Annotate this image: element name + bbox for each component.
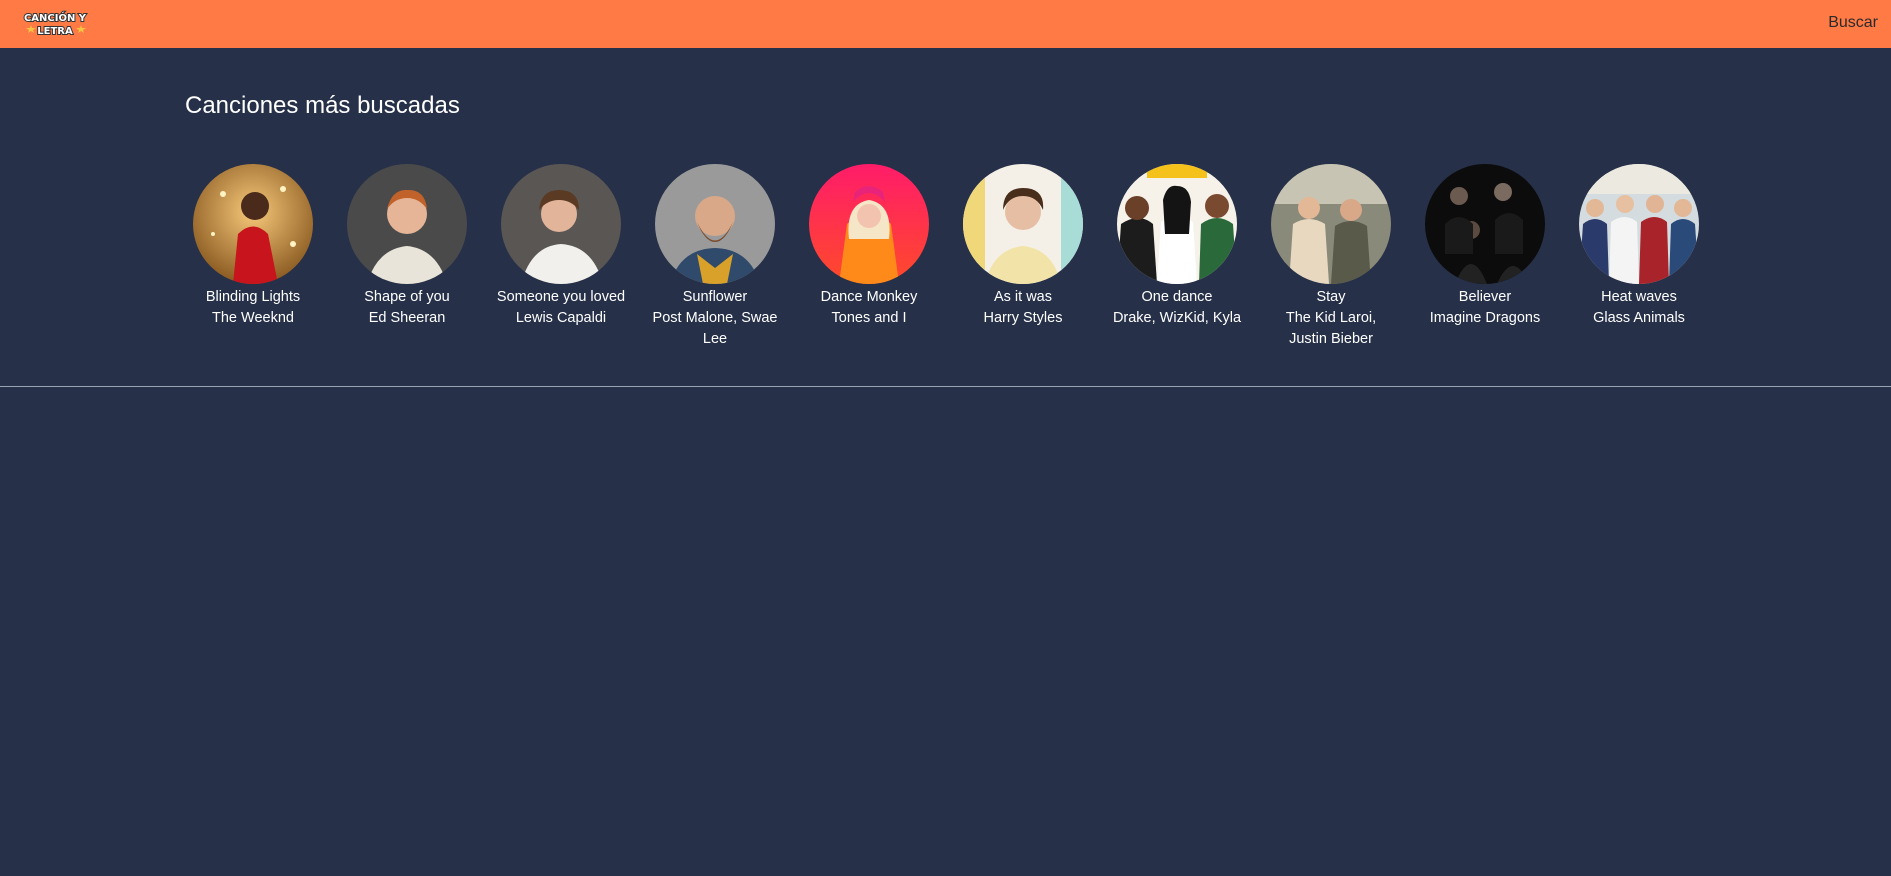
- divider: [0, 386, 1891, 387]
- top-navbar: CANCIÓN Y LETRA Buscar: [0, 0, 1891, 48]
- song-card-believer[interactable]: Believer Imagine Dragons: [1420, 164, 1550, 329]
- song-title: Someone you loved: [496, 289, 626, 305]
- artist-photo-icon: [193, 164, 313, 284]
- svg-text:CANCIÓN Y: CANCIÓN Y: [24, 11, 87, 24]
- songs-list: Blinding Lights The Weeknd Shape of you …: [0, 164, 1891, 354]
- song-artist: Ed Sheeran: [368, 310, 446, 326]
- artist-photo-icon: [1425, 164, 1545, 284]
- song-title: Dance Monkey: [820, 289, 918, 305]
- song-card-heat-waves[interactable]: Heat waves Glass Animals: [1574, 164, 1704, 329]
- song-title: Heat waves: [1601, 289, 1677, 305]
- song-title: Stay: [1316, 289, 1346, 305]
- song-artist: Post Malone, Swae Lee: [652, 310, 778, 347]
- song-title: As it was: [993, 289, 1052, 305]
- song-title: One dance: [1141, 289, 1213, 305]
- artist-photo-icon: [1579, 164, 1699, 284]
- song-artist: Harry Styles: [983, 310, 1063, 326]
- artist-photo-icon: [501, 164, 621, 284]
- logo-icon: CANCIÓN Y LETRA: [23, 10, 88, 38]
- artist-photo-icon: [809, 164, 929, 284]
- song-title: Shape of you: [364, 289, 450, 305]
- song-title: Believer: [1458, 289, 1512, 305]
- song-card-shape-of-you[interactable]: Shape of you Ed Sheeran: [342, 164, 472, 329]
- search-link[interactable]: Buscar: [1828, 14, 1878, 32]
- song-artist: The Kid Laroi, Justin Bieber: [1285, 310, 1377, 347]
- song-card-someone-you-loved[interactable]: Someone you loved Lewis Capaldi: [496, 164, 626, 329]
- song-card-one-dance[interactable]: One dance Drake, WizKid, Kyla: [1112, 164, 1242, 329]
- song-card-stay[interactable]: Stay The Kid Laroi, Justin Bieber: [1266, 164, 1396, 350]
- song-card-sunflower[interactable]: Sunflower Post Malone, Swae Lee: [650, 164, 780, 350]
- artist-photo-icon: [963, 164, 1083, 284]
- song-artist: Lewis Capaldi: [515, 310, 607, 326]
- song-title: Sunflower: [682, 289, 748, 305]
- song-artist: Tones and I: [831, 310, 907, 326]
- artist-photo-icon: [1117, 164, 1237, 284]
- artist-photo-icon: [1271, 164, 1391, 284]
- song-artist: Drake, WizKid, Kyla: [1112, 310, 1242, 326]
- song-card-dance-monkey[interactable]: Dance Monkey Tones and I: [804, 164, 934, 329]
- song-artist: Imagine Dragons: [1429, 310, 1541, 326]
- song-title: Blinding Lights: [205, 289, 301, 305]
- artist-photo-icon: [655, 164, 775, 284]
- site-logo[interactable]: CANCIÓN Y LETRA: [22, 8, 88, 38]
- artist-photo-icon: [347, 164, 467, 284]
- song-artist: Glass Animals: [1593, 310, 1685, 326]
- svg-text:LETRA: LETRA: [37, 26, 73, 37]
- page-title: Canciones más buscadas: [185, 92, 460, 119]
- song-card-as-it-was[interactable]: As it was Harry Styles: [958, 164, 1088, 329]
- song-artist: The Weeknd: [212, 310, 294, 326]
- song-card-blinding-lights[interactable]: Blinding Lights The Weeknd: [188, 164, 318, 329]
